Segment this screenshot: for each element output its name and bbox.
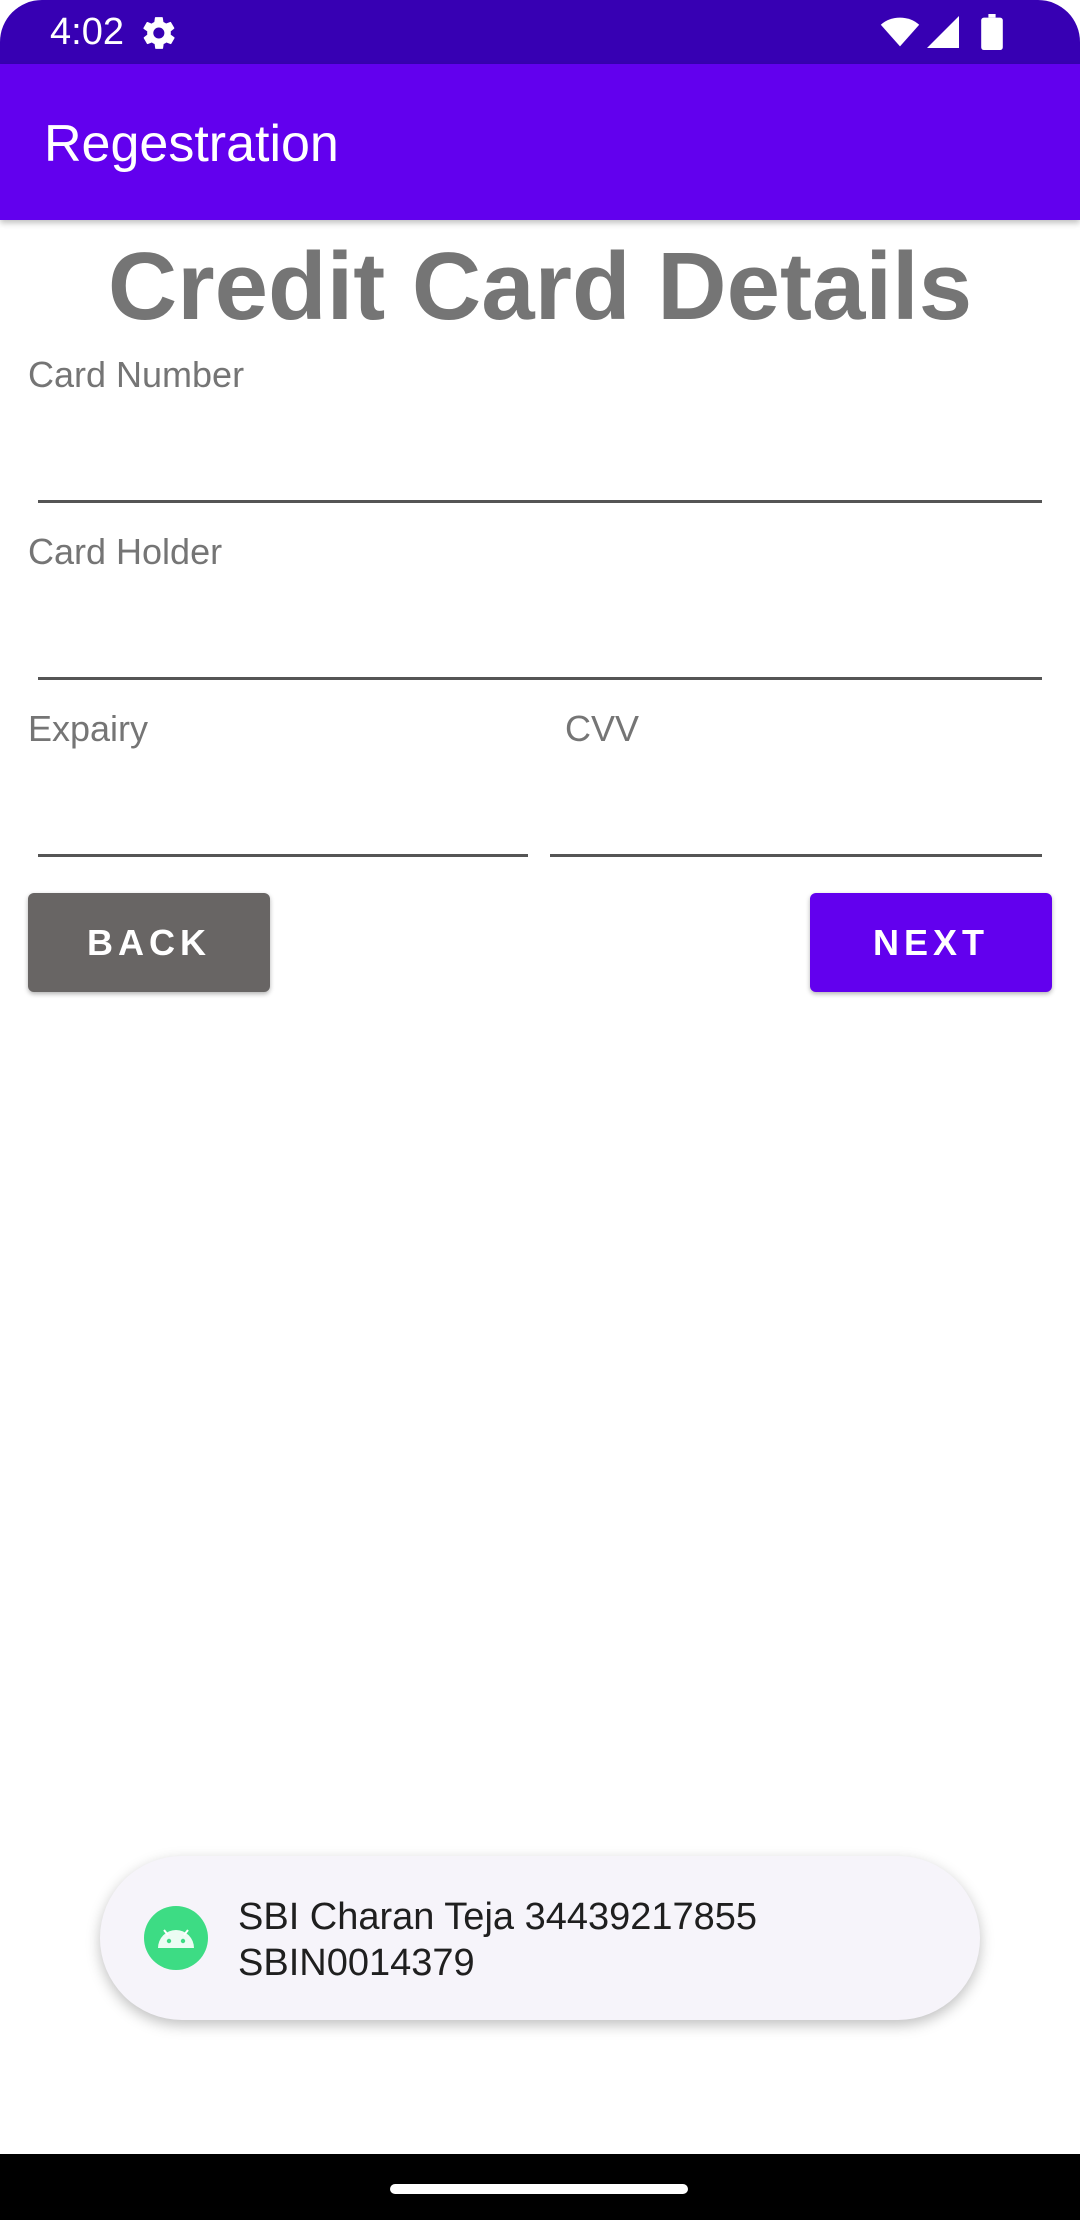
- navigation-bar: [0, 2154, 1080, 2220]
- toast-message: SBI Charan Teja 34439217855 SBIN0014379: [100, 1856, 980, 2020]
- cvv-label: CVV: [565, 708, 640, 749]
- next-button[interactable]: NEXT: [810, 893, 1052, 992]
- card-holder-label: Card Holder: [28, 531, 223, 572]
- app-title: Regestration: [44, 115, 339, 173]
- wifi-icon: [880, 17, 920, 47]
- cellular-signal-icon: [927, 16, 959, 48]
- app-bar: Regestration: [0, 64, 1080, 220]
- page-title: Credit Card Details: [107, 233, 973, 340]
- toast-line-1: SBI Charan Teja 34439217855: [238, 1896, 758, 1938]
- card-number-label: Card Number: [28, 354, 245, 395]
- back-button[interactable]: BACK: [28, 893, 270, 992]
- expiry-label: Expairy: [28, 708, 149, 749]
- home-gesture-handle[interactable]: [390, 2184, 688, 2194]
- card-number-input[interactable]: [38, 430, 1042, 503]
- battery-icon: [981, 14, 1003, 50]
- status-bar: 4:02: [0, 0, 1080, 64]
- status-time: 4:02: [50, 11, 124, 53]
- toast-text: SBI Charan Teja 34439217855 SBIN0014379: [238, 1894, 938, 1986]
- expiry-input[interactable]: [38, 784, 528, 857]
- settings-gear-icon: [143, 17, 175, 49]
- cvv-input[interactable]: [550, 784, 1042, 857]
- card-holder-input[interactable]: [38, 607, 1042, 680]
- toast-line-2: SBIN0014379: [238, 1942, 475, 1984]
- android-app-icon: [144, 1906, 208, 1970]
